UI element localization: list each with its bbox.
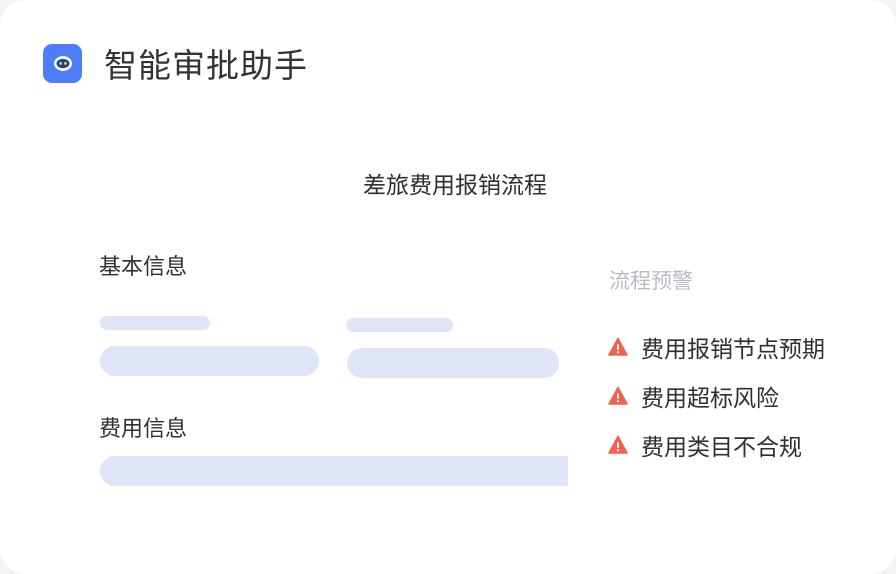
alert-label: 费用报销节点预期 bbox=[641, 337, 825, 363]
alert-item: 费用超标风险 bbox=[608, 381, 825, 412]
alert-label: 费用超标风险 bbox=[641, 386, 779, 412]
basic-info-placeholder-label-1 bbox=[100, 316, 210, 330]
basic-info-placeholder-field-1 bbox=[100, 346, 319, 376]
warning-icon bbox=[608, 435, 628, 454]
alert-item: 费用类目不合规 bbox=[608, 430, 825, 461]
alert-item: 费用报销节点预期 bbox=[608, 332, 825, 363]
flow-title: 差旅费用报销流程 bbox=[363, 173, 547, 199]
cost-info-placeholder-field bbox=[100, 456, 568, 486]
alerts-list: 费用报销节点预期 费用超标风险 费用类目不合规 bbox=[608, 332, 825, 479]
warning-icon bbox=[608, 337, 628, 356]
approval-assistant-card: 智能审批助手 差旅费用报销流程 基本信息 费用信息 流程预警 费用报销节点预期 … bbox=[0, 0, 896, 574]
warning-icon bbox=[608, 386, 628, 405]
alert-label: 费用类目不合规 bbox=[641, 435, 802, 461]
app-title: 智能审批助手 bbox=[104, 46, 308, 85]
alerts-title: 流程预警 bbox=[609, 269, 693, 293]
robot-icon bbox=[43, 43, 82, 83]
basic-info-placeholder-label-2 bbox=[346, 318, 453, 332]
basic-info-placeholder-field-2 bbox=[347, 348, 559, 378]
cost-info-label: 费用信息 bbox=[99, 417, 188, 442]
app-header: 智能审批助手 bbox=[43, 42, 308, 85]
basic-info-label: 基本信息 bbox=[99, 255, 188, 280]
